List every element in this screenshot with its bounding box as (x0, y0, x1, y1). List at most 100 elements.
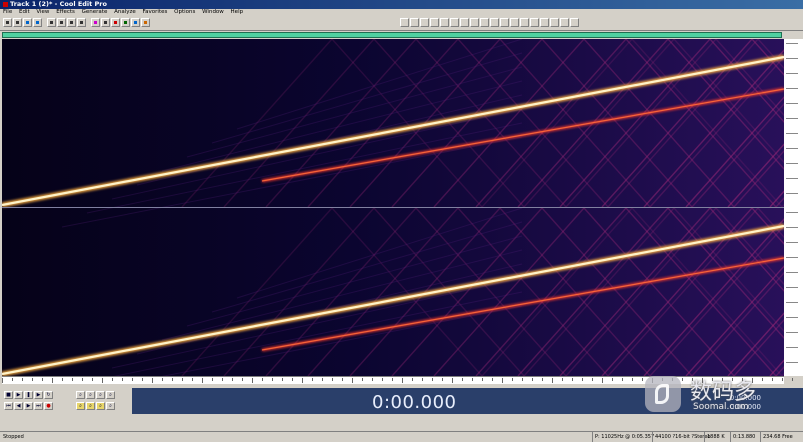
stop-button[interactable]: ■ (4, 391, 13, 399)
tool-button[interactable] (560, 18, 569, 27)
menu-effects[interactable]: Effects (56, 9, 75, 15)
fast-forward-button[interactable]: ▶ (24, 402, 33, 410)
copy-icon[interactable] (57, 18, 66, 27)
tool-button[interactable] (460, 18, 469, 27)
cut-icon[interactable] (47, 18, 56, 27)
spectrogram (2, 39, 784, 376)
tool-button[interactable] (410, 18, 419, 27)
menu-help[interactable]: Help (231, 9, 244, 15)
time-tick (482, 378, 483, 381)
time-tick (492, 378, 493, 381)
tool-button[interactable] (450, 18, 459, 27)
menu-generate[interactable]: Generate (82, 9, 108, 15)
tool-button[interactable] (440, 18, 449, 27)
zoom-out-h-button[interactable]: ⌕ (86, 391, 95, 399)
tool-button[interactable] (400, 18, 409, 27)
play-icon[interactable] (121, 18, 130, 27)
time-tick (112, 378, 113, 381)
time-tick (162, 378, 163, 381)
settings-icon[interactable] (101, 18, 110, 27)
tool-button[interactable] (470, 18, 479, 27)
window-title: Track 1 (2)* - Cool Edit Pro (10, 0, 107, 8)
mix-paste-icon[interactable] (77, 18, 86, 27)
time-tick (32, 378, 33, 381)
time-tick (542, 378, 543, 381)
menu-window[interactable]: Window (202, 9, 224, 15)
frequency-tick (786, 347, 798, 348)
zoom-right-button[interactable]: ⌕ (86, 402, 95, 410)
time-tick (302, 378, 303, 383)
time-tick (552, 378, 553, 383)
pause-button[interactable]: ❚ (24, 391, 33, 399)
frequency-tick (786, 302, 798, 303)
record-icon[interactable] (111, 18, 120, 27)
time-tick (422, 378, 423, 381)
menu-options[interactable]: Options (174, 9, 195, 15)
paste-icon[interactable] (67, 18, 76, 27)
time-tick (2, 378, 3, 383)
zoom-left-button[interactable]: ⌕ (76, 402, 85, 410)
save-icon[interactable] (13, 18, 22, 27)
tool-button[interactable] (510, 18, 519, 27)
time-tick (512, 378, 513, 381)
marker-icon[interactable] (141, 18, 150, 27)
play-button[interactable]: ▶ (14, 391, 23, 399)
play-from-cursor-button[interactable]: ▶ (34, 391, 43, 399)
menu-view[interactable]: View (36, 9, 49, 15)
tool-button[interactable] (550, 18, 559, 27)
time-tick (12, 378, 13, 381)
toolbar (0, 16, 803, 31)
undo-icon[interactable] (23, 18, 32, 27)
status-state: Stopped (3, 434, 24, 440)
time-tick (532, 378, 533, 381)
loop-button[interactable]: ↻ (44, 391, 53, 399)
menu-favorites[interactable]: Favorites (143, 9, 168, 15)
go-end-button[interactable]: ⏭ (34, 402, 43, 410)
tool-button[interactable] (540, 18, 549, 27)
frequency-tick (786, 163, 798, 164)
tool-button[interactable] (480, 18, 489, 27)
tool-button[interactable] (520, 18, 529, 27)
frequency-tick (786, 317, 798, 318)
zoom-in-h-button[interactable]: ⌕ (76, 391, 85, 399)
menu-file[interactable]: File (3, 9, 12, 15)
time-tick (282, 378, 283, 381)
tool-button[interactable] (500, 18, 509, 27)
time-tick (442, 378, 443, 381)
time-tick (382, 378, 383, 381)
tool-button[interactable] (490, 18, 499, 27)
time-tick (242, 378, 243, 381)
spectral-view-icon[interactable] (91, 18, 100, 27)
tool-button[interactable] (570, 18, 579, 27)
tool-button[interactable] (420, 18, 429, 27)
time-tick (362, 378, 363, 381)
redo-icon[interactable] (33, 18, 42, 27)
title-bar: Track 1 (2)* - Cool Edit Pro (0, 0, 803, 9)
time-tick (622, 378, 623, 381)
time-tick (602, 378, 603, 383)
time-tick (222, 378, 223, 381)
zoom-icon[interactable] (131, 18, 140, 27)
status-duration: 0:13.880 (730, 432, 755, 442)
record-button[interactable]: ● (44, 402, 53, 410)
frequency-tick (786, 272, 798, 273)
zoom-full-button[interactable]: ⌕ (96, 391, 105, 399)
menu-analyze[interactable]: Analyze (114, 9, 136, 15)
tool-button[interactable] (530, 18, 539, 27)
time-tick (232, 378, 233, 381)
zoom-out-v-button[interactable]: ⌕ (106, 402, 115, 410)
menu-edit[interactable]: Edit (19, 9, 30, 15)
zoom-in-v-button[interactable]: ⌕ (96, 402, 105, 410)
time-tick (572, 378, 573, 381)
time-tick (642, 378, 643, 381)
go-start-button[interactable]: ⏮ (4, 402, 13, 410)
rewind-button[interactable]: ◀ (14, 402, 23, 410)
tool-button[interactable] (430, 18, 439, 27)
zoom-sel-button[interactable]: ⌕ (106, 391, 115, 399)
time-tick (142, 378, 143, 381)
spectral-view[interactable] (2, 39, 784, 376)
transport-controls: ■ ▶ ❚ ▶ ↻ ⏮ ◀ ▶ ⏭ ● ⌕ ⌕ ⌕ ⌕ ⌕ ⌕ ⌕ ⌕ (2, 388, 130, 414)
open-icon[interactable] (3, 18, 12, 27)
waveform-overview-bar[interactable] (2, 32, 782, 38)
time-tick (582, 378, 583, 381)
